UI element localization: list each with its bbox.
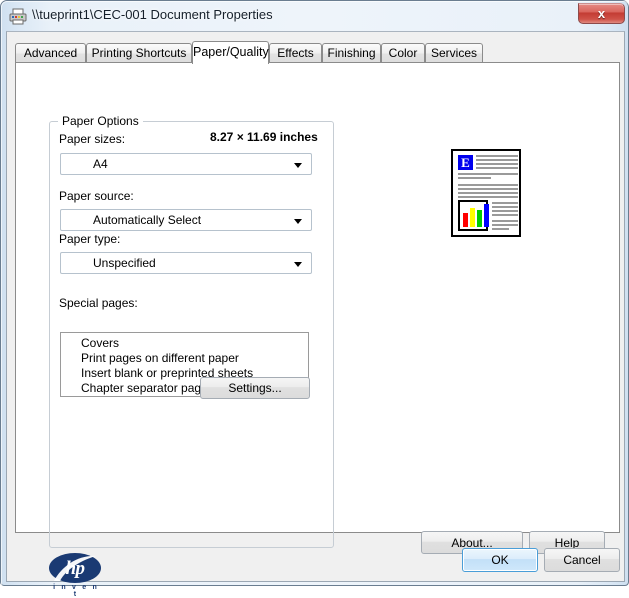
tab-advanced[interactable]: Advanced — [15, 43, 86, 63]
tab-label: Advanced — [23, 46, 78, 60]
chevron-down-icon — [294, 163, 302, 168]
preview-bar — [484, 204, 489, 227]
close-icon: x — [597, 6, 606, 21]
paper-options-group-title: Paper Options — [58, 114, 143, 128]
window-title: \\tueprint1\CEC-001 Document Properties — [32, 7, 273, 22]
printer-properties-dialog: \\tueprint1\CEC-001 Document Properties … — [0, 0, 629, 598]
paper-type-label: Paper type: — [59, 232, 121, 246]
document-preview: E — [451, 149, 521, 237]
tab-label: Paper/Quality — [193, 45, 269, 59]
preview-bar-chart — [458, 200, 489, 231]
list-item[interactable]: Chapter separator pages — [81, 381, 214, 395]
tab-paper-quality[interactable]: Paper/Quality — [192, 41, 269, 64]
printer-icon — [9, 8, 27, 25]
dialog-client-area: Advanced Printing Shortcuts Paper/Qualit… — [6, 31, 625, 598]
ok-button[interactable]: OK — [462, 548, 538, 572]
hp-wordmark: hp — [65, 558, 85, 579]
list-item[interactable]: Print pages on different paper — [81, 351, 239, 365]
paper-type-value: Unspecified — [93, 256, 156, 270]
chevron-down-icon — [294, 219, 302, 224]
chevron-down-icon — [294, 262, 302, 267]
tab-label: Services — [430, 46, 477, 60]
paper-size-value: A4 — [93, 157, 108, 171]
tab-label: Effects — [277, 46, 314, 60]
tab-color[interactable]: Color — [381, 43, 425, 63]
paper-source-value: Automatically Select — [93, 213, 202, 227]
paper-sizes-label-text: Paper sizes: — [59, 132, 126, 146]
paper-size-combobox[interactable]: A4 — [60, 153, 312, 175]
paper-source-combobox[interactable]: Automatically Select — [60, 209, 312, 231]
tab-effects[interactable]: Effects — [269, 43, 322, 63]
hp-tagline: i n v e n t — [53, 584, 99, 598]
ok-button-label: OK — [491, 553, 509, 567]
cancel-button-label: Cancel — [563, 553, 601, 567]
cancel-button[interactable]: Cancel — [544, 548, 620, 572]
tab-strip: Advanced Printing Shortcuts Paper/Qualit… — [15, 41, 620, 64]
tab-services[interactable]: Services — [425, 43, 483, 63]
title-bar[interactable]: \\tueprint1\CEC-001 Document Properties … — [2, 2, 629, 31]
paper-dimensions-label: 8.27 × 11.69 inches — [210, 130, 318, 144]
preview-dropcap: E — [458, 155, 473, 170]
settings-button-label: Settings... — [228, 381, 282, 395]
settings-button[interactable]: Settings... — [200, 377, 310, 399]
close-button[interactable]: x — [578, 3, 625, 24]
preview-bar — [463, 213, 468, 227]
preview-bar — [477, 210, 482, 227]
tab-panel-paper-quality: Paper Options Paper sizes: 8.27 × 11.69 … — [15, 62, 620, 598]
paper-type-combobox[interactable]: Unspecified — [60, 252, 312, 274]
hp-logo: hp i n v e n t — [49, 553, 101, 598]
preview-bar — [470, 208, 475, 227]
tab-finishing[interactable]: Finishing — [322, 43, 381, 63]
paper-sizes-label: Paper sizes: — [59, 132, 125, 146]
tab-printing-shortcuts[interactable]: Printing Shortcuts — [86, 43, 192, 63]
paper-source-label: Paper source: — [59, 189, 134, 203]
tab-label: Color — [388, 46, 418, 60]
tab-label: Printing Shortcuts — [91, 46, 187, 60]
list-item[interactable]: Covers — [81, 336, 119, 350]
special-pages-label: Special pages: — [59, 296, 138, 310]
tab-label: Finishing — [327, 46, 376, 60]
